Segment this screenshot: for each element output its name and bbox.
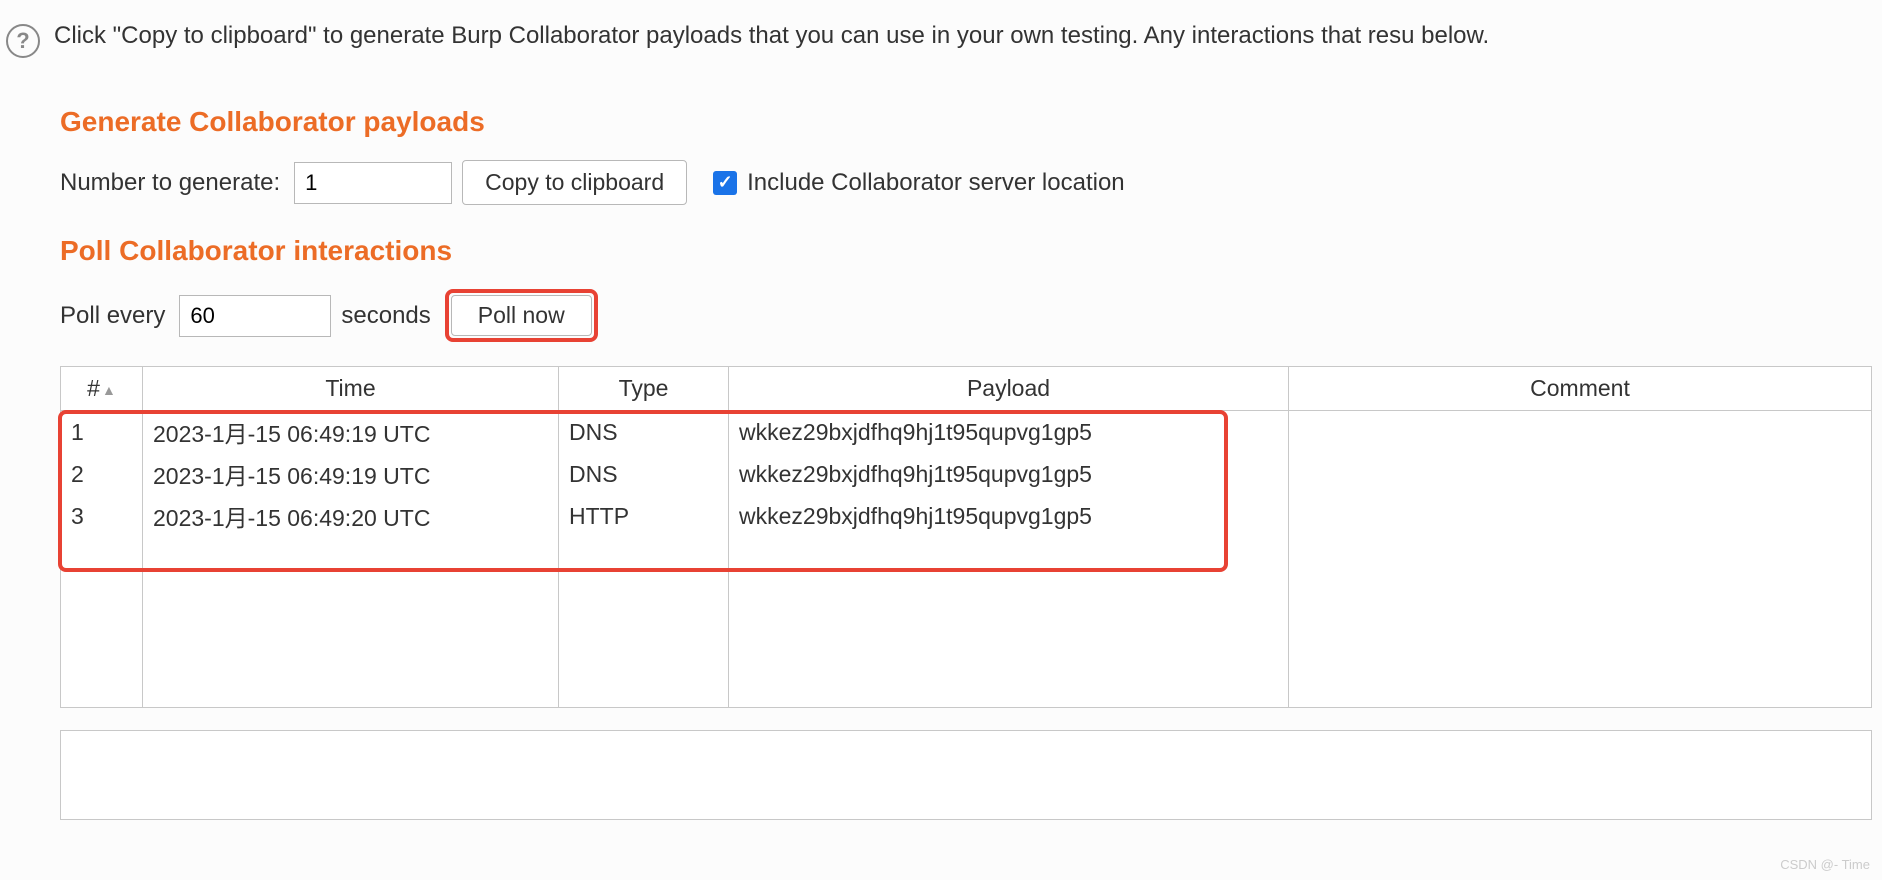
cell-comment [1289, 495, 1872, 537]
column-header-num[interactable]: #▲ [61, 367, 143, 411]
intro-description: Click "Copy to clipboard" to generate Bu… [54, 20, 1489, 51]
column-header-payload[interactable]: Payload [729, 367, 1289, 411]
cell-num: 3 [61, 495, 143, 537]
generate-section-title: Generate Collaborator payloads [60, 106, 1872, 138]
cell-time: 2023-1月-15 06:49:19 UTC [143, 453, 559, 495]
cell-num: 1 [61, 411, 143, 454]
help-icon[interactable]: ? [6, 24, 40, 58]
cell-payload: wkkez29bxjdfhq9hj1t95qupvg1gp5 [729, 411, 1289, 454]
include-server-checkbox[interactable]: ✓ Include Collaborator server location [713, 169, 1125, 197]
cell-type: DNS [559, 411, 729, 454]
column-header-type[interactable]: Type [559, 367, 729, 411]
generate-row: Number to generate: Copy to clipboard ✓ … [60, 160, 1872, 205]
seconds-label: seconds [341, 302, 430, 330]
include-server-label: Include Collaborator server location [747, 169, 1125, 197]
sort-asc-icon: ▲ [102, 382, 116, 398]
interactions-table-wrap: #▲ Time Type Payload Comment 1 2023-1月-1… [60, 366, 1872, 708]
cell-time: 2023-1月-15 06:49:20 UTC [143, 495, 559, 537]
cell-comment [1289, 453, 1872, 495]
cell-comment [1289, 411, 1872, 454]
interactions-table: #▲ Time Type Payload Comment 1 2023-1月-1… [60, 366, 1872, 708]
cell-type: HTTP [559, 495, 729, 537]
cell-time: 2023-1月-15 06:49:19 UTC [143, 411, 559, 454]
table-header-row: #▲ Time Type Payload Comment [61, 367, 1872, 411]
poll-now-highlight-box: Poll now [445, 289, 598, 342]
table-row[interactable]: 2 2023-1月-15 06:49:19 UTC DNS wkkez29bxj… [61, 453, 1872, 495]
column-header-time[interactable]: Time [143, 367, 559, 411]
poll-now-button[interactable]: Poll now [451, 295, 592, 336]
watermark-text: CSDN @- Time [1780, 857, 1870, 872]
poll-every-label: Poll every [60, 302, 165, 330]
cell-num: 2 [61, 453, 143, 495]
table-empty-row [61, 537, 1872, 707]
table-row[interactable]: 3 2023-1月-15 06:49:20 UTC HTTP wkkez29bx… [61, 495, 1872, 537]
table-row[interactable]: 1 2023-1月-15 06:49:19 UTC DNS wkkez29bxj… [61, 411, 1872, 454]
interaction-details-panel [60, 730, 1872, 820]
cell-payload: wkkez29bxjdfhq9hj1t95qupvg1gp5 [729, 453, 1289, 495]
column-header-comment[interactable]: Comment [1289, 367, 1872, 411]
poll-interval-input[interactable] [179, 295, 331, 337]
number-to-generate-label: Number to generate: [60, 169, 280, 197]
poll-row: Poll every seconds Poll now [60, 289, 1872, 342]
number-to-generate-input[interactable] [294, 162, 452, 204]
copy-to-clipboard-button[interactable]: Copy to clipboard [462, 160, 687, 205]
poll-section-title: Poll Collaborator interactions [60, 235, 1872, 267]
checkbox-check-icon: ✓ [713, 171, 737, 195]
cell-type: DNS [559, 453, 729, 495]
cell-payload: wkkez29bxjdfhq9hj1t95qupvg1gp5 [729, 495, 1289, 537]
